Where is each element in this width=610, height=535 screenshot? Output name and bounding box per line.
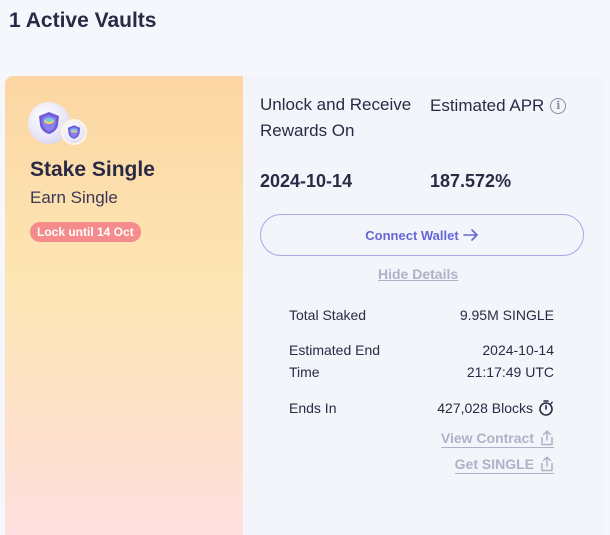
apr-label: Estimated APR xyxy=(430,96,545,115)
get-single-link[interactable]: Get SINGLE xyxy=(454,456,554,474)
estimated-end-value: 2024-10-14 21:17:49 UTC xyxy=(467,339,554,383)
ends-in-value: 427,028 Blocks xyxy=(437,400,533,416)
page-title: 1 Active Vaults xyxy=(9,9,157,32)
ends-in-row: Ends In 427,028 Blocks xyxy=(289,397,554,419)
view-contract-link[interactable]: View Contract xyxy=(440,430,554,448)
single-token-small-icon xyxy=(61,119,87,145)
estimated-end-row: Estimated End Time 2024-10-14 21:17:49 U… xyxy=(289,339,554,383)
get-single-label: Get SINGLE xyxy=(454,456,534,472)
apr-label-group: Estimated APR i xyxy=(430,96,567,116)
lock-badge: Lock until 14 Oct xyxy=(30,222,141,242)
unlock-label: Unlock and Receive Rewards On xyxy=(260,95,412,140)
unlock-date: 2024-10-14 xyxy=(260,171,353,191)
share-icon xyxy=(541,456,553,472)
ends-in-value-group: 427,028 Blocks xyxy=(437,397,554,419)
apr-value: 187.572% xyxy=(430,171,512,191)
vault-card: Stake Single Earn Single Lock until 14 O… xyxy=(5,76,603,535)
estimated-end-date: 2024-10-14 xyxy=(482,342,554,358)
total-staked-label: Total Staked xyxy=(289,307,367,323)
vault-summary-panel: Stake Single Earn Single Lock until 14 O… xyxy=(5,76,243,535)
vault-details-panel: Unlock and Receive Rewards On 2024-10-14… xyxy=(243,76,603,535)
view-contract-label: View Contract xyxy=(440,430,534,446)
total-staked-value: 9.95M SINGLE xyxy=(459,307,554,323)
stopwatch-icon[interactable] xyxy=(538,400,554,416)
token-logo xyxy=(28,102,90,146)
info-icon[interactable]: i xyxy=(550,98,567,114)
connect-wallet-label: Connect Wallet xyxy=(365,227,459,243)
vault-name: Stake Single xyxy=(30,158,155,181)
arrow-right-icon xyxy=(462,229,478,241)
hide-details-link[interactable]: Hide Details xyxy=(378,266,458,282)
total-staked-row: Total Staked 9.95M SINGLE xyxy=(289,304,554,326)
estimated-end-time: 21:17:49 UTC xyxy=(466,364,554,380)
ends-in-label: Ends In xyxy=(289,400,337,416)
vault-earn-token: Earn Single xyxy=(30,188,118,207)
connect-wallet-button[interactable]: Connect Wallet xyxy=(260,214,584,256)
share-icon xyxy=(541,430,553,446)
estimated-end-label: Estimated End Time xyxy=(289,342,381,380)
